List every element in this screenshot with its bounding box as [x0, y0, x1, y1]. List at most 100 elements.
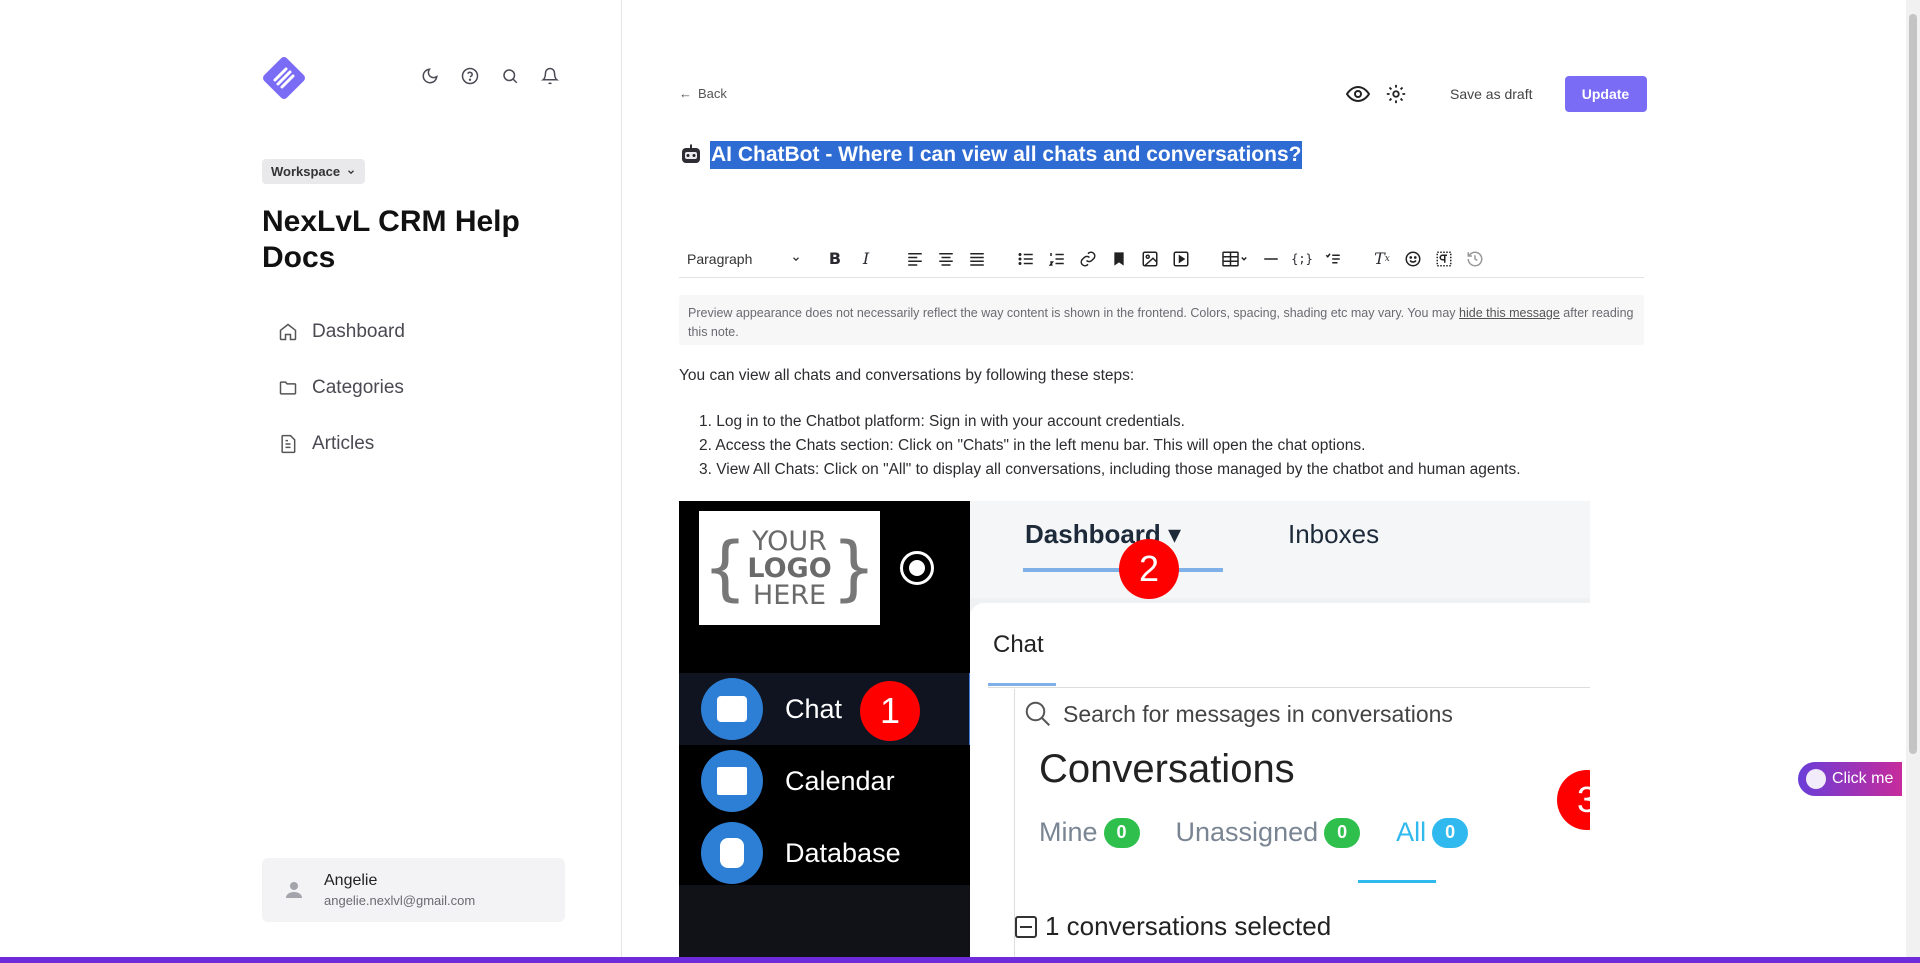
bookmark-icon[interactable]: [1107, 247, 1131, 271]
step-marker-1: 1: [860, 681, 920, 741]
article-title-text: AI ChatBot - Where I can view all chats …: [710, 141, 1303, 169]
save-draft-button[interactable]: Save as draft: [1450, 86, 1533, 102]
history-icon[interactable]: [1463, 247, 1487, 271]
app-root: Workspace NexLvL CRM Help Docs Dashboard…: [0, 0, 1920, 963]
italic-icon[interactable]: I: [854, 247, 878, 271]
site-logo[interactable]: [262, 56, 306, 100]
steps-list[interactable]: 1. Log in to the Chatbot platform: Sign …: [679, 410, 1521, 482]
home-icon: [279, 323, 297, 341]
image-icon[interactable]: [1138, 247, 1162, 271]
numbered-list-icon[interactable]: [1045, 247, 1069, 271]
article-intro[interactable]: You can view all chats and conversations…: [679, 367, 1134, 385]
scrollbar-thumb[interactable]: [1909, 14, 1917, 754]
bell-icon[interactable]: [540, 66, 560, 86]
back-label: Back: [698, 86, 727, 101]
image-filter-unassigned: Unassigned 0: [1176, 817, 1361, 848]
align-left-icon[interactable]: [903, 247, 927, 271]
sidebar-item-articles[interactable]: Articles: [262, 416, 562, 472]
minus-checkbox-icon: [1015, 915, 1037, 938]
user-info: Angelie angelie.nexlvl@gmail.com: [324, 872, 475, 908]
table-icon[interactable]: [1218, 247, 1252, 271]
image-filter-all-underline: [1358, 880, 1436, 883]
image-menu-label: Database: [785, 837, 901, 868]
bottom-accent-bar: [0, 957, 1920, 963]
bold-icon[interactable]: B: [823, 247, 847, 271]
page-scrollbar[interactable]: [1906, 0, 1920, 963]
sidebar-item-label: Articles: [312, 433, 375, 454]
image-logo-placeholder: { YOUR LOGO HERE }: [699, 511, 880, 625]
embedded-screenshot-image[interactable]: { YOUR LOGO HERE } Chat Calendar Databas…: [679, 501, 1590, 963]
settings-gear-icon[interactable]: [1384, 82, 1408, 106]
image-filter-mine: Mine 0: [1039, 817, 1140, 848]
show-blocks-icon[interactable]: [1432, 247, 1456, 271]
site-title: NexLvL CRM Help Docs: [262, 205, 520, 274]
bullet-list-icon[interactable]: [1014, 247, 1038, 271]
robot-emoji-icon: [682, 144, 700, 163]
image-logo-line: LOGO: [747, 552, 832, 584]
search-icon: [1025, 701, 1050, 726]
block-format-select[interactable]: Paragraph: [679, 251, 801, 267]
image-logo-line: HERE: [752, 579, 827, 611]
horizontal-rule-icon[interactable]: [1259, 247, 1283, 271]
code-sample-icon[interactable]: {;}: [1290, 247, 1314, 271]
image-filter-all: All 0: [1396, 817, 1469, 848]
image-right-panel: Dashboard ▾ Inboxes Chat Search for mess…: [970, 501, 1590, 963]
image-menu-calendar: Calendar: [679, 745, 970, 817]
chat-widget-button[interactable]: Click me: [1798, 762, 1902, 796]
sidebar: Workspace NexLvL CRM Help Docs Dashboard…: [0, 0, 622, 963]
block-format-value: Paragraph: [687, 250, 753, 267]
folder-icon: [279, 381, 297, 395]
user-avatar-icon: [286, 882, 302, 898]
image-tab-inboxes: Inboxes: [1288, 519, 1380, 549]
image-conversations: Search for messages in conversations Con…: [1014, 689, 1590, 963]
workspace-dropdown[interactable]: Workspace: [262, 159, 366, 184]
clear-format-icon[interactable]: Tx: [1370, 247, 1394, 271]
image-conversations-heading: Conversations: [1039, 747, 1295, 791]
image-menu-label: Calendar: [785, 765, 895, 796]
user-name: Angelie: [324, 872, 378, 889]
sidebar-item-dashboard[interactable]: Dashboard: [262, 304, 562, 360]
image-search-placeholder: Search for messages in conversations: [1063, 700, 1453, 727]
user-card[interactable]: Angelie angelie.nexlvl@gmail.com: [262, 858, 565, 922]
image-left-panel: { YOUR LOGO HERE } Chat Calendar Databas…: [679, 501, 973, 963]
back-link[interactable]: ← Back: [679, 86, 727, 101]
image-selected-count: 1 conversations selected: [1015, 911, 1331, 942]
chat-widget-icon: [1806, 769, 1826, 789]
align-justify-icon[interactable]: [965, 247, 989, 271]
user-email: angelie.nexlvl@gmail.com: [324, 893, 476, 908]
link-icon[interactable]: [1076, 247, 1100, 271]
emoji-icon[interactable]: [1401, 247, 1425, 271]
hide-message-link[interactable]: hide this message: [1459, 306, 1560, 320]
image-chat-tab: Chat: [993, 631, 1044, 658]
media-icon[interactable]: [1169, 247, 1193, 271]
image-chat-tab-underline: [988, 683, 1056, 686]
image-radio-icon: [900, 551, 934, 585]
sidebar-item-categories[interactable]: Categories: [262, 360, 562, 416]
align-center-icon[interactable]: [934, 247, 958, 271]
image-menu-label: Chat: [785, 693, 843, 724]
chat-widget-label: Click me: [1832, 770, 1894, 787]
chat-bubble-icon: [701, 678, 763, 740]
sidebar-top-icons: [420, 66, 560, 86]
search-icon[interactable]: [500, 66, 520, 86]
image-menu-chat: Chat: [679, 673, 970, 745]
image-chat-panel: Chat Search for messages in conversation…: [970, 603, 1590, 963]
arrow-left-icon: ←: [679, 86, 692, 101]
article-title[interactable]: AI ChatBot - Where I can view all chats …: [679, 141, 1303, 169]
checklist-icon[interactable]: [1321, 247, 1345, 271]
list-item: 3. View All Chats: Click on "All" to dis…: [699, 461, 1521, 478]
help-icon[interactable]: [460, 66, 480, 86]
chevron-down-icon: [348, 169, 355, 174]
image-left-lower: [679, 885, 970, 963]
update-button[interactable]: Update: [1564, 76, 1647, 112]
document-icon: [281, 434, 296, 454]
step-marker-2: 2: [1119, 539, 1179, 599]
image-divider: [988, 687, 1590, 688]
moon-icon[interactable]: [420, 66, 440, 86]
image-menu: Chat Calendar Database: [679, 673, 970, 889]
list-item: 2. Access the Chats section: Click on "C…: [699, 437, 1366, 454]
preview-eye-icon[interactable]: [1346, 82, 1370, 106]
main-editor: ← Back Save as draft Update AI ChatBot -…: [622, 0, 1920, 963]
image-top-tabs: Dashboard ▾ Inboxes: [970, 501, 1590, 598]
image-logo-line: YOUR: [752, 525, 827, 557]
